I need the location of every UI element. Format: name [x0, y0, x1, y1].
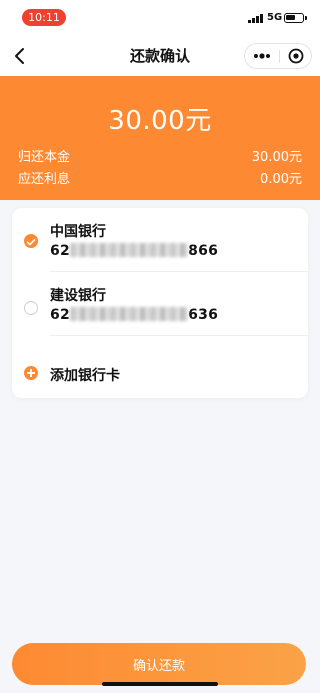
mini-program-capsule — [244, 43, 312, 69]
radio-unchecked-icon[interactable] — [24, 301, 38, 315]
network-label: 5G — [267, 12, 283, 23]
nav-bar: 还款确认 — [0, 36, 320, 76]
masked-digits — [70, 307, 189, 321]
status-bar: 10:11 5G — [0, 0, 320, 36]
close-button[interactable] — [280, 44, 312, 68]
card-number-prefix: 62 — [50, 243, 71, 259]
home-indicator — [102, 682, 218, 686]
repayment-amount: 30.00元 — [108, 106, 212, 136]
battery-icon — [284, 13, 307, 23]
masked-digits — [70, 243, 189, 257]
bank-card-option[interactable]: 中国银行 62 866 — [12, 208, 308, 270]
status-time: 10:11 — [22, 9, 66, 26]
back-button[interactable] — [8, 44, 32, 68]
bank-name: 建设银行 — [50, 288, 106, 304]
more-dots-icon — [254, 53, 270, 59]
add-bank-card-label: 添加银行卡 — [50, 368, 120, 384]
card-number-suffix: 636 — [188, 307, 219, 323]
interest-value: 0.00元 — [260, 172, 302, 187]
repayment-summary: 30.00元 归还本金 30.00元 应还利息 0.00元 — [0, 76, 320, 200]
more-button[interactable] — [245, 44, 279, 68]
signal-icon — [248, 14, 264, 23]
radio-checked-icon[interactable] — [24, 234, 38, 248]
bank-name: 中国银行 — [50, 224, 106, 240]
principal-label: 归还本金 — [18, 150, 71, 165]
chevron-left-icon — [15, 48, 24, 64]
bank-card-list: 中国银行 62 866 建设银行 62 636 添加银行卡 — [12, 208, 308, 398]
target-close-icon — [288, 48, 304, 64]
card-number-prefix: 62 — [50, 307, 71, 323]
bank-card-option[interactable]: 建设银行 62 636 — [12, 272, 308, 334]
confirm-repayment-button[interactable]: 确认还款 — [12, 643, 306, 685]
card-number-suffix: 866 — [188, 243, 219, 259]
card-number: 62 866 — [50, 243, 218, 259]
add-bank-card-button[interactable]: 添加银行卡 — [12, 349, 308, 398]
plus-icon — [24, 366, 38, 380]
interest-label: 应还利息 — [18, 172, 71, 187]
principal-value: 30.00元 — [251, 150, 302, 165]
divider — [50, 335, 308, 336]
checkmark-icon — [26, 239, 36, 246]
card-number: 62 636 — [50, 307, 218, 323]
